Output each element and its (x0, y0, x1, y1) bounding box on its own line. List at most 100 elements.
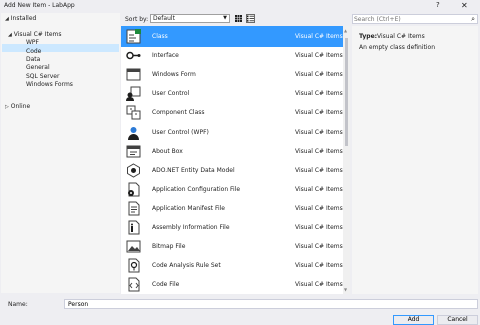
template-item[interactable]: ADO.NET Entity Data Model Visual C# Items (121, 160, 343, 181)
tree-item-label: Visual C# Items (13, 31, 62, 38)
template-item[interactable]: Code Analysis Rule Set Visual C# Items (121, 255, 343, 276)
sort-by-value: Default (153, 15, 175, 22)
template-item[interactable]: Component Class Visual C# Items (121, 102, 343, 123)
template-item[interactable]: Bitmap File Visual C# Items (121, 236, 343, 257)
assembly-info-icon (126, 220, 141, 235)
template-category: Visual C# Items (295, 204, 343, 212)
code-file-icon (126, 277, 141, 292)
cancel-button[interactable]: Cancel (437, 315, 478, 325)
template-name: Class (152, 33, 168, 40)
template-name: Component Class (152, 109, 205, 117)
template-category: Visual C# Items (295, 33, 343, 40)
tree-item-general[interactable]: General (26, 64, 50, 72)
search-icon[interactable]: ⌕ (471, 15, 475, 23)
interface-icon (126, 48, 141, 63)
template-name: User Control (152, 90, 190, 98)
tree-item-wpf[interactable]: WPF (26, 39, 39, 47)
name-input[interactable] (64, 299, 478, 309)
collapsed-arrow-icon: ▷ (5, 104, 9, 110)
tree-item-code[interactable]: Code (26, 48, 41, 56)
template-name: ADO.NET Entity Data Model (152, 166, 235, 174)
bitmap-file-icon (126, 239, 141, 254)
type-value: Visual C# Items (377, 33, 425, 40)
template-name: Application Manifest File (152, 204, 225, 212)
add-button[interactable]: Add (393, 315, 434, 325)
template-category: Visual C# Items (295, 109, 343, 117)
tree-item-label: Online (10, 103, 31, 110)
tree-item-visual-csharp[interactable]: ◢ Visual C# Items (8, 31, 62, 39)
details-pane (352, 26, 478, 294)
chevron-down-icon: ▼ (223, 15, 227, 21)
expanded-arrow-icon: ◢ (5, 16, 9, 22)
template-description: An empty class definition (359, 44, 436, 51)
type-label: Type: (359, 33, 378, 40)
template-list-scrollbar[interactable]: ▲ ▼ (343, 26, 350, 294)
small-icons-view-button[interactable] (246, 14, 255, 23)
template-name: Assembly Information File (152, 224, 230, 231)
template-name: User Control (WPF) (152, 128, 209, 136)
template-name: Bitmap File (152, 243, 186, 251)
help-button[interactable]: ? (436, 1, 440, 9)
user-control-wpf-icon (126, 125, 141, 140)
template-category: Visual C# Items (295, 262, 343, 270)
template-category: Visual C# Items (295, 185, 343, 193)
category-tree: ◢ Installed ◢ Visual C# Items WPF Code D… (1, 13, 120, 293)
sort-by-label: Sort by: (125, 16, 149, 23)
tree-item-sql-server[interactable]: SQL Server (26, 73, 59, 81)
user-control-icon (126, 86, 141, 102)
template-item[interactable]: Windows Form Visual C# Items (121, 64, 343, 85)
scroll-thumb[interactable] (345, 38, 348, 146)
template-category: Visual C# Items (295, 90, 343, 98)
template-category: Visual C# Items (295, 224, 343, 231)
template-item[interactable]: Application Configuration File Visual C# … (121, 179, 343, 200)
template-list: Class Visual C# Items Interface Visual C# I… (121, 26, 343, 294)
template-item[interactable]: User Control (WPF) Visual C# Items (121, 122, 343, 143)
tree-selection-highlight (2, 44, 119, 52)
tree-item-windows-forms[interactable]: Windows Forms (26, 81, 73, 89)
name-label: Name: (8, 301, 28, 308)
template-item[interactable]: Assembly Information File Visual C# Items (121, 217, 343, 238)
template-category: Visual C# Items (295, 52, 343, 60)
entity-model-icon (126, 163, 141, 178)
search-box[interactable]: ⌕ (352, 14, 478, 24)
template-item[interactable]: Application Manifest File Visual C# Items (121, 198, 343, 219)
template-category: Visual C# Items (295, 71, 343, 79)
template-category: Visual C# Items (295, 243, 343, 251)
windows-form-icon (126, 67, 141, 82)
template-item[interactable]: Class Visual C# Items (121, 26, 343, 47)
scroll-up-icon[interactable]: ▲ (344, 28, 347, 33)
list-view-icon (247, 15, 254, 22)
class-icon (126, 29, 141, 44)
template-item[interactable]: User Control Visual C# Items (121, 83, 343, 104)
title-bar: Add New Item - LabApp ? ✕ (0, 0, 480, 12)
close-button[interactable]: ✕ (461, 0, 468, 11)
template-item[interactable]: About Box Visual C# Items (121, 141, 343, 162)
about-box-icon (126, 144, 141, 159)
window-title: Add New Item - LabApp (4, 2, 75, 9)
template-name: About Box (152, 147, 183, 155)
tree-item-label: Installed (10, 15, 37, 22)
scroll-down-icon[interactable]: ▼ (344, 287, 347, 292)
template-name: Code File (152, 281, 180, 289)
template-name: Code Analysis Rule Set (152, 262, 221, 270)
sort-by-dropdown[interactable]: Default ▼ (150, 14, 230, 23)
medium-icons-view-button[interactable] (234, 14, 243, 23)
template-category: Visual C# Items (295, 128, 343, 136)
template-name: Application Configuration File (152, 185, 241, 193)
template-item[interactable]: Interface Visual C# Items (121, 45, 343, 66)
search-input[interactable] (354, 15, 462, 23)
template-name: Windows Form (152, 71, 196, 79)
component-class-icon (126, 105, 141, 120)
expanded-arrow-icon: ◢ (8, 32, 12, 38)
template-category: Visual C# Items (295, 147, 343, 155)
template-name: Interface (152, 52, 179, 60)
template-item[interactable]: Code File Visual C# Items (121, 274, 343, 294)
template-category: Visual C# Items (295, 166, 343, 174)
tree-item-data[interactable]: Data (26, 56, 40, 64)
tree-item-installed[interactable]: ◢ Installed (5, 15, 36, 23)
grid-view-icon (235, 15, 242, 22)
template-category: Visual C# Items (295, 281, 343, 289)
manifest-file-icon (126, 201, 141, 216)
tree-item-online[interactable]: ▷ Online (5, 103, 30, 111)
rule-set-icon (126, 258, 141, 273)
